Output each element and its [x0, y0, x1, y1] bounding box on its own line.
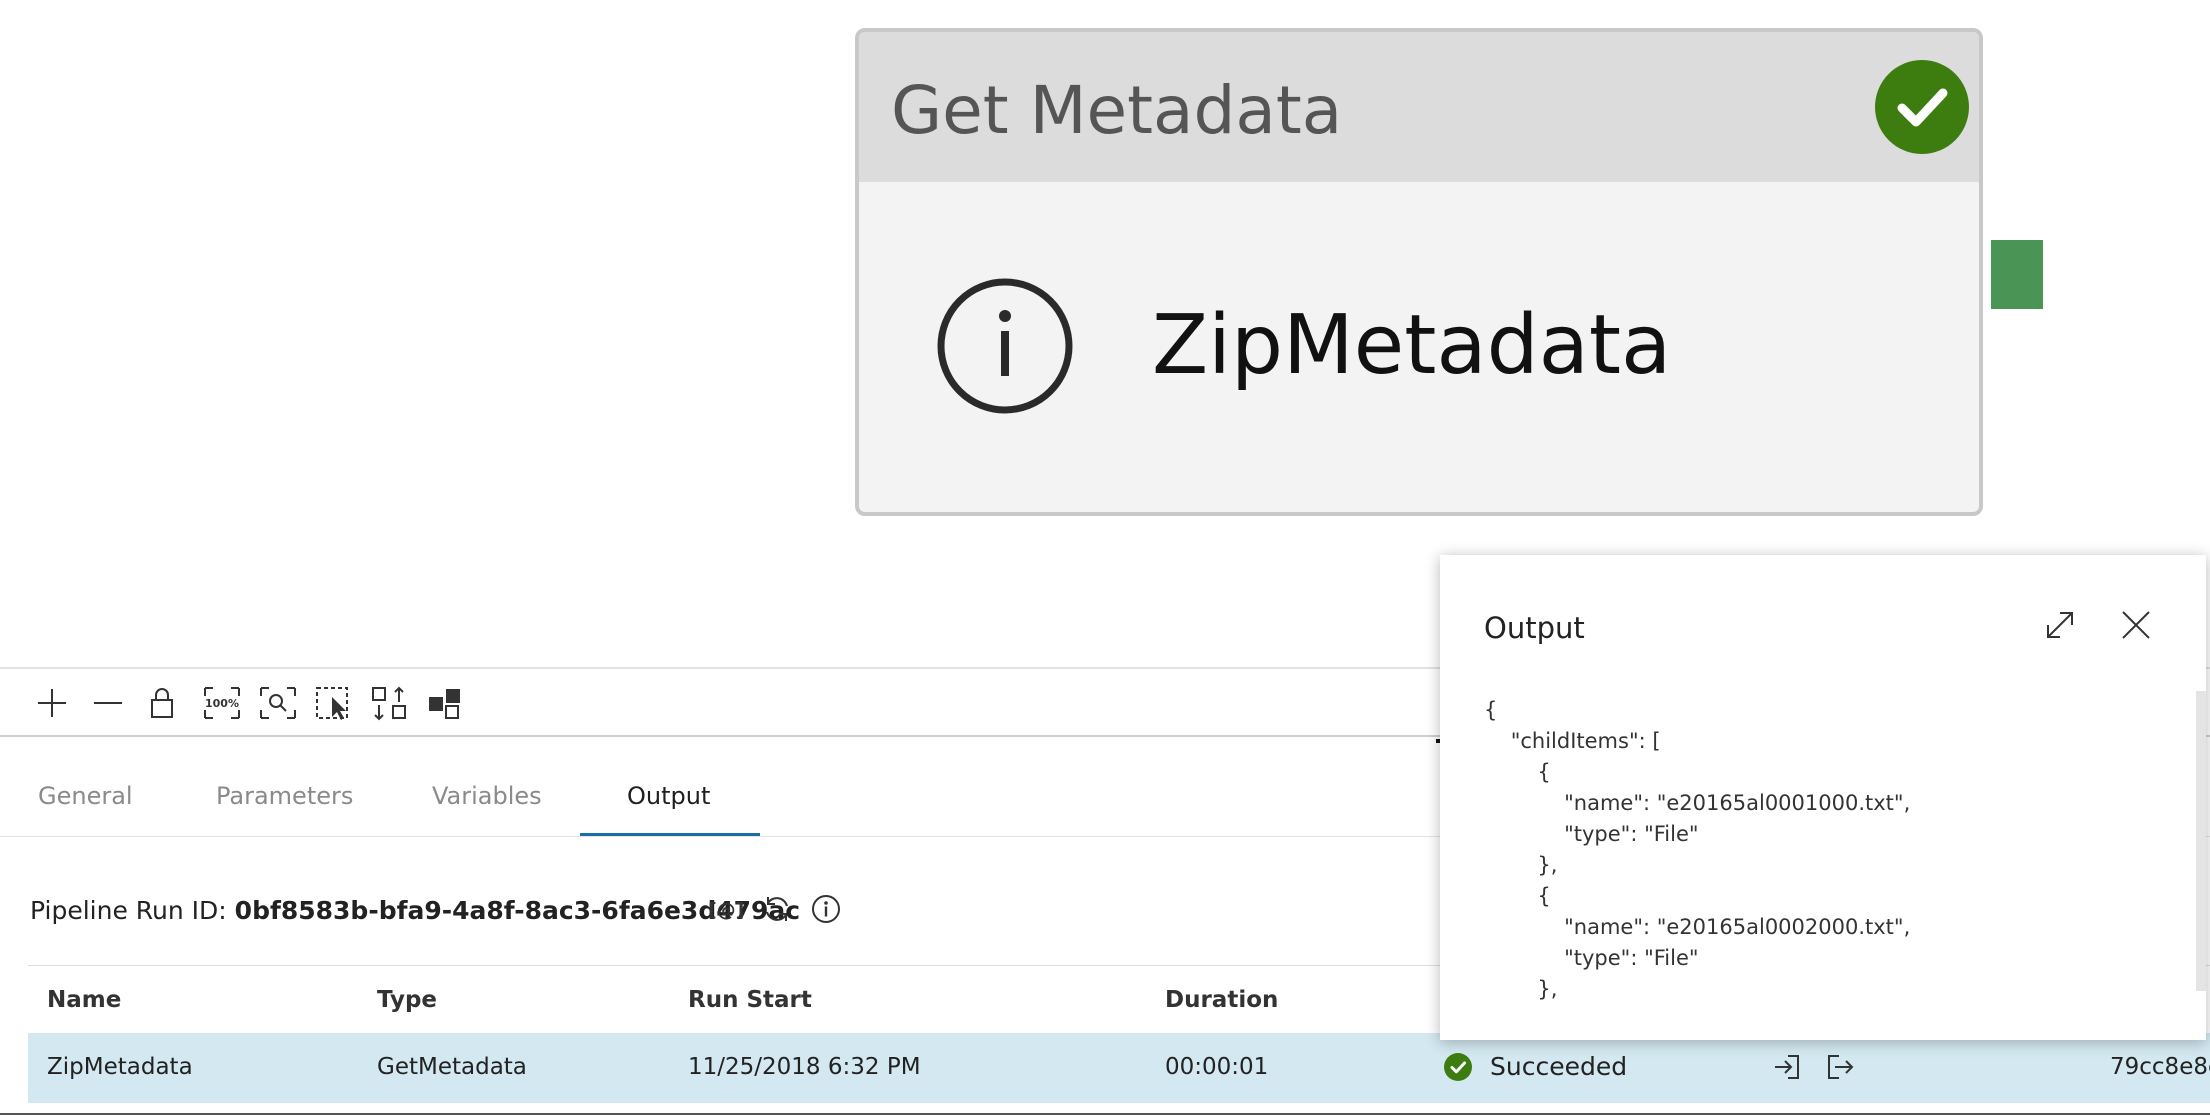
column-header-name[interactable]: Name	[47, 987, 121, 1013]
tab-parameters[interactable]: Parameters	[216, 782, 353, 810]
cell-run-id: 79cc8e8e	[2110, 1054, 2210, 1080]
tab-variables[interactable]: Variables	[432, 782, 542, 810]
output-json-text: { "childItems": [ { "name": "e20165al000…	[1484, 698, 1911, 1001]
table-row[interactable]	[28, 1033, 2210, 1103]
lock-icon[interactable]	[144, 685, 180, 721]
layout-icon[interactable]	[426, 685, 466, 721]
activity-node-get-metadata[interactable]: Get Metadata ZipMetadata	[855, 28, 1983, 516]
copy-run-id-icon[interactable]: [@]	[708, 899, 744, 921]
cell-duration: 00:00:01	[1165, 1054, 1269, 1080]
plus-icon[interactable]	[34, 685, 70, 721]
cell-run-start: 11/25/2018 6:32 PM	[688, 1054, 921, 1080]
cell-status: Succeeded	[1490, 1052, 1628, 1081]
expand-icon[interactable]	[2040, 605, 2080, 645]
auto-align-icon[interactable]	[370, 685, 410, 721]
input-icon[interactable]	[1772, 1052, 1802, 1082]
pipeline-run-id: Pipeline Run ID: 0bf8583b-bfa9-4a8f-8ac3…	[30, 896, 800, 925]
output-scrollbar[interactable]	[2196, 691, 2206, 991]
success-check-icon	[1875, 60, 1969, 154]
close-icon[interactable]	[2116, 605, 2156, 645]
run-info-icon[interactable]	[811, 894, 841, 928]
bottom-border	[0, 1113, 2210, 1115]
success-connector-handle[interactable]	[1991, 240, 2043, 309]
column-header-duration[interactable]: Duration	[1165, 987, 1278, 1013]
column-header-type[interactable]: Type	[377, 987, 437, 1013]
info-icon	[935, 276, 1075, 416]
activity-type-label: Get Metadata	[891, 72, 1343, 149]
tab-general[interactable]: General	[38, 782, 133, 810]
activity-header: Get Metadata	[859, 32, 1979, 182]
zoom-100-icon[interactable]: 100%	[202, 685, 242, 721]
zoom-label: 100%	[205, 697, 239, 710]
refresh-icon[interactable]	[762, 894, 792, 928]
output-icon[interactable]	[1825, 1052, 1855, 1082]
cell-type: GetMetadata	[377, 1054, 527, 1080]
select-icon[interactable]	[314, 685, 354, 721]
succeeded-status-icon	[1444, 1053, 1472, 1081]
cell-name: ZipMetadata	[47, 1054, 193, 1080]
output-panel-title: Output	[1484, 611, 1585, 645]
minus-icon[interactable]	[90, 685, 126, 721]
output-panel: Output { "childItems": [ { "name": "e201…	[1440, 555, 2206, 1040]
tab-output[interactable]: Output	[627, 782, 710, 810]
run-id-label: Pipeline Run ID:	[30, 896, 235, 925]
column-header-run-start[interactable]: Run Start	[688, 987, 812, 1013]
activity-name: ZipMetadata	[1152, 298, 1672, 393]
zoom-fit-icon[interactable]	[258, 685, 298, 721]
